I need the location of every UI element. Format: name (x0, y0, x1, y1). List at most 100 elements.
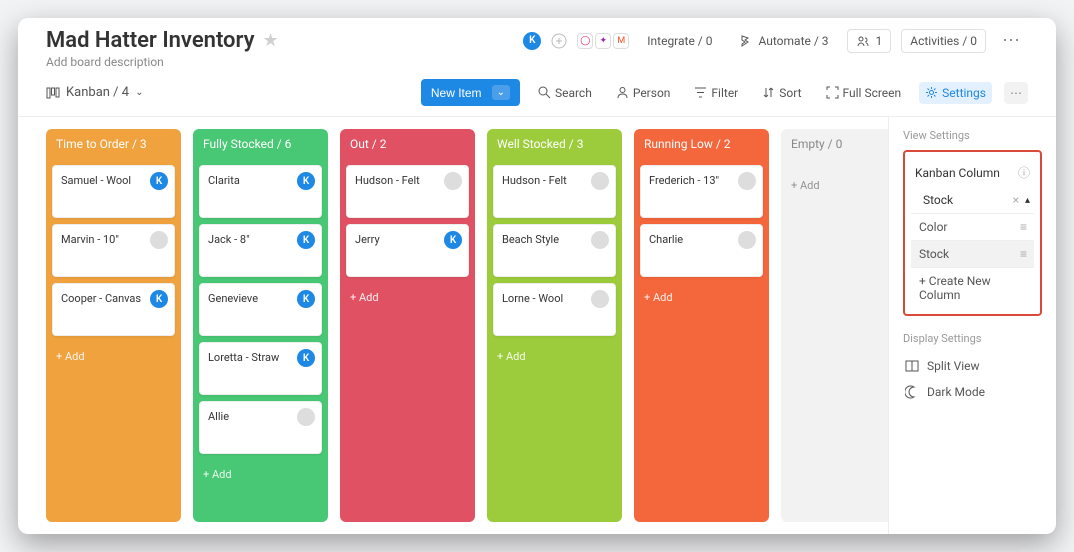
lane-header[interactable]: Fully Stocked / 6 (193, 129, 328, 159)
assignee-avatar[interactable] (738, 231, 756, 249)
sort-button[interactable]: Sort (756, 82, 807, 104)
drag-icon[interactable]: ≡ (1020, 247, 1026, 261)
card-title: Clarita (208, 174, 240, 187)
assignee-avatar[interactable] (444, 172, 462, 190)
filter-button[interactable]: Filter (688, 82, 744, 104)
filter-label: Filter (711, 86, 738, 100)
kanban-card[interactable]: Clarita K (199, 165, 322, 218)
assignee-badge[interactable]: K (150, 290, 168, 308)
kanban-column-header: Kanban Column ⓘ (911, 158, 1034, 187)
person-icon (616, 86, 629, 99)
selected-value: Stock (923, 193, 953, 207)
split-view-toggle[interactable]: Split View (903, 353, 1042, 379)
card-title: Allie (208, 410, 229, 423)
assignee-badge[interactable]: K (297, 172, 315, 190)
card-title: Cooper - Canvas (61, 292, 141, 305)
members-button[interactable]: 1 (847, 29, 892, 53)
add-card-button[interactable]: + Add (634, 283, 769, 312)
column-option[interactable]: Stock≡ (911, 240, 1034, 267)
kanban-card[interactable]: Charlie (640, 224, 763, 277)
kanban-card[interactable]: Allie (199, 401, 322, 454)
kanban-card[interactable]: Samuel - WoolK (52, 165, 175, 218)
card-title: Lorne - Wool (502, 292, 563, 305)
search-button[interactable]: Search (532, 82, 598, 104)
star-icon[interactable]: ★ (263, 30, 279, 51)
add-card-button[interactable]: + Add (781, 171, 888, 200)
kanban-card[interactable]: Jack - 8"K (199, 224, 322, 277)
assignee-badge[interactable]: K (297, 290, 315, 308)
kanban-card[interactable]: Genevieve K (199, 283, 322, 336)
assignee-avatar[interactable] (591, 231, 609, 249)
settings-label: Settings (942, 86, 986, 100)
assignee-badge[interactable]: K (297, 231, 315, 249)
lane-header[interactable]: Time to Order / 3 (46, 129, 181, 159)
more-tools-button[interactable]: ⋯ (1004, 82, 1028, 104)
board-description[interactable]: Add board description (46, 55, 1028, 69)
card-title: Genevieve (208, 292, 258, 305)
view-switcher[interactable]: Kanban / 4 ⌄ (46, 85, 143, 100)
lane-header[interactable]: Empty / 0 (781, 129, 888, 159)
assignee-badge[interactable]: K (444, 231, 462, 249)
drag-icon[interactable]: ≡ (1020, 220, 1026, 234)
assignee-badge[interactable]: K (297, 349, 315, 367)
integration-icons: ◯ ✦ M (577, 33, 629, 49)
kanban-card[interactable]: Beach Style (493, 224, 616, 277)
card-title: Jerry (355, 233, 380, 246)
kanban-column-select[interactable]: Stock × ▴ (911, 187, 1034, 213)
caret-up-icon[interactable]: ▴ (1025, 195, 1030, 206)
new-item-button[interactable]: New Item ⌄ (421, 79, 520, 106)
kanban-card[interactable]: Cooper - Canvas K (52, 283, 175, 336)
info-icon[interactable]: ⓘ (1018, 164, 1030, 181)
activities-button[interactable]: Activities / 0 (901, 29, 986, 53)
assignee-avatar[interactable] (150, 231, 168, 249)
kanban-card[interactable]: Hudson - Felt (346, 165, 469, 218)
assignee-avatar[interactable] (591, 172, 609, 190)
settings-button[interactable]: Settings (919, 82, 992, 104)
kanban-card[interactable]: Marvin - 10" (52, 224, 175, 277)
view-label: Kanban / 4 (66, 85, 129, 100)
kanban-lane: Well Stocked / 3 Hudson - Felt Beach Style… (487, 129, 622, 522)
lane-header[interactable]: Running Low / 2 (634, 129, 769, 159)
chevron-down-icon: ⌄ (135, 87, 143, 98)
more-menu-icon[interactable]: ⋯ (996, 30, 1028, 51)
assignee-badge[interactable]: K (150, 172, 168, 190)
kanban-lane: Time to Order / 3 Samuel - WoolK Marvin - … (46, 129, 181, 522)
assignee-avatar[interactable] (591, 290, 609, 308)
create-new-column[interactable]: + Create New Column (911, 267, 1034, 308)
card-title: Marvin - 10" (61, 233, 119, 246)
kanban-icon (46, 86, 60, 100)
lane-header[interactable]: Out / 2 (340, 129, 475, 159)
fullscreen-label: Full Screen (843, 86, 902, 100)
kanban-card[interactable]: Hudson - Felt (493, 165, 616, 218)
lane-header[interactable]: Well Stocked / 3 (487, 129, 622, 159)
add-card-button[interactable]: + Add (193, 460, 328, 489)
search-label: Search (555, 86, 592, 100)
automate-icon (738, 34, 752, 48)
integrate-button[interactable]: Integrate / 0 (639, 30, 720, 52)
automate-button[interactable]: Automate / 3 (730, 30, 836, 52)
add-card-button[interactable]: + Add (46, 342, 181, 371)
kanban-card[interactable]: Lorne - Wool (493, 283, 616, 336)
gear-icon (925, 86, 938, 99)
person-button[interactable]: Person (610, 82, 677, 104)
dark-mode-toggle[interactable]: Dark Mode (903, 379, 1042, 405)
dark-mode-label: Dark Mode (927, 385, 985, 399)
avatar-k[interactable]: K (523, 32, 541, 50)
more-icon: ⋯ (1010, 86, 1022, 100)
kanban-card[interactable]: Frederich - 13" (640, 165, 763, 218)
fullscreen-button[interactable]: Full Screen (820, 82, 908, 104)
card-title: Frederich - 13" (649, 174, 719, 187)
add-card-button[interactable]: + Add (340, 283, 475, 312)
kanban-column-label: Kanban Column (915, 166, 1000, 180)
add-card-button[interactable]: + Add (487, 342, 622, 371)
assignee-avatar[interactable] (738, 172, 756, 190)
split-view-icon (905, 359, 919, 373)
chevron-down-icon[interactable]: ⌄ (492, 85, 510, 100)
kanban-card[interactable]: Loretta - StrawK (199, 342, 322, 395)
person-label: Person (633, 86, 671, 100)
kanban-card[interactable]: Jerry K (346, 224, 469, 277)
display-settings-heading: Display Settings (903, 332, 1042, 345)
clear-icon[interactable]: × (1013, 193, 1019, 207)
assignee-avatar[interactable] (297, 408, 315, 426)
column-option[interactable]: Color≡ (911, 213, 1034, 240)
